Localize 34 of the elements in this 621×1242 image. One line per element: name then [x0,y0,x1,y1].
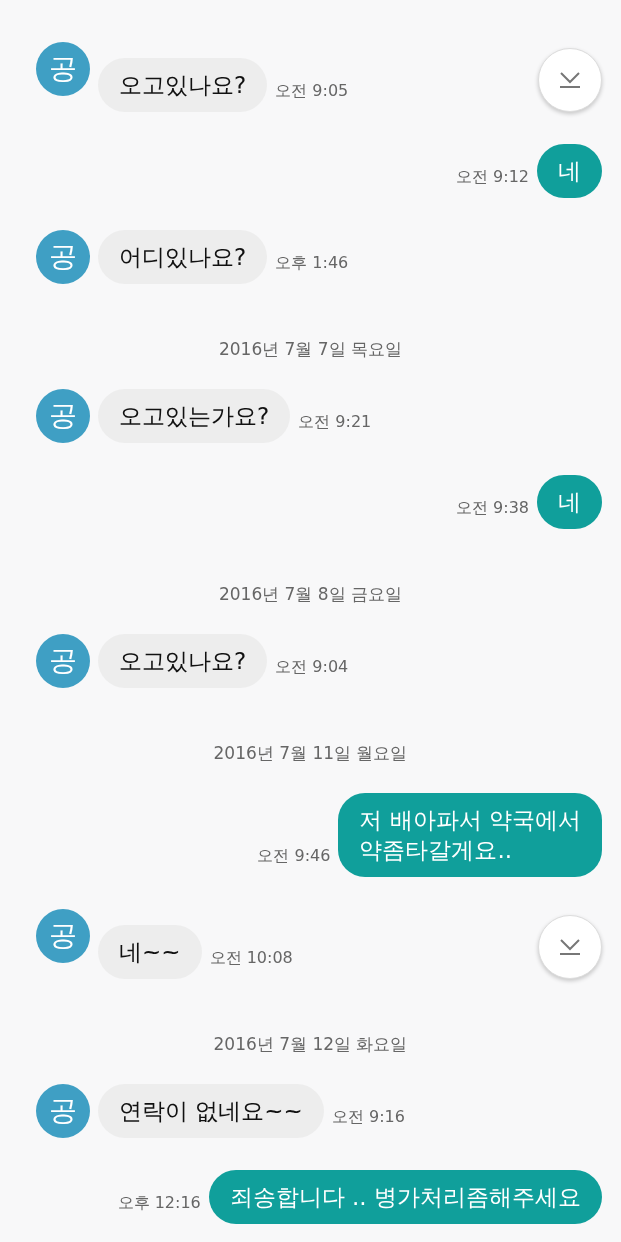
message-bubble: 오고있는가요? [98,389,291,443]
message-time: 오후 1:46 [275,253,349,274]
download-icon [558,938,582,956]
message-time: 오후 12:16 [117,1193,201,1214]
message-time: 오전 9:05 [275,81,349,102]
message-bubble: 죄송합니다 .. 병가처리좀해주세요 [208,1170,602,1224]
avatar: 공 [36,42,90,96]
message-bubble: 어디있나요? [98,230,268,284]
message-bubble: 네~~ [98,925,202,979]
avatar: 공 [36,634,90,688]
date-label: 2016년 7월 8일 금요일 [218,583,403,606]
message-time: 오전 10:08 [209,948,293,969]
date-label: 2016년 7월 12일 화요일 [213,1033,408,1056]
message-bubble: 저 배아파서 약국에서 약좀타갈게요.. [338,793,602,877]
message-bubble: 네 [537,475,602,529]
message-bubble: 오고있나요? [98,58,268,112]
message-time: 오전 9:12 [456,167,529,188]
avatar: 공 [36,1084,90,1138]
message-time: 오전 9:16 [331,1107,405,1128]
message-bubble: 네 [537,144,602,198]
avatar: 공 [36,389,90,443]
message-bubble: 연락이 없네요~~ [98,1084,324,1138]
avatar: 공 [36,230,90,284]
date-label: 2016년 7월 11일 월요일 [213,742,408,765]
scroll-down-button[interactable] [538,48,602,112]
message-bubble: 오고있나요? [98,634,268,688]
scroll-down-button[interactable] [538,915,602,979]
message-time: 오전 9:46 [257,846,331,867]
date-label: 2016년 7월 7일 목요일 [218,338,403,361]
message-time: 오전 9:04 [275,657,349,678]
avatar: 공 [36,909,90,963]
download-icon [558,71,582,89]
message-time: 오전 9:38 [456,498,529,519]
message-time: 오전 9:21 [298,412,372,433]
